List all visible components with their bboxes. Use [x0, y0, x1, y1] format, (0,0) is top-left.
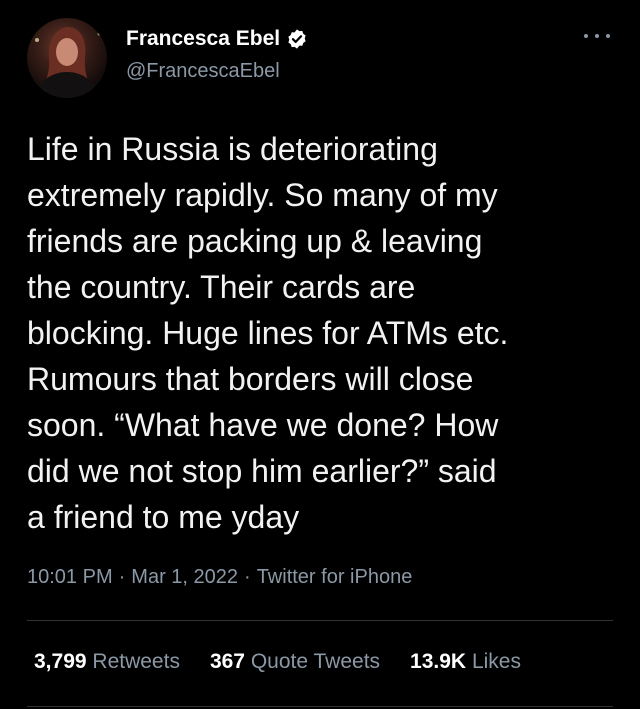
more-options-icon[interactable]: [584, 26, 610, 46]
tweet-date[interactable]: Mar 1, 2022: [131, 566, 238, 589]
likes-stat[interactable]: 13.9K Likes: [410, 650, 521, 674]
likes-count: 13.9K: [410, 650, 467, 673]
retweets-label: Retweets: [92, 650, 180, 673]
meta-separator: ·: [118, 566, 126, 588]
author-handle[interactable]: @FrancescaEbel: [126, 60, 280, 83]
verified-badge-icon: [286, 28, 308, 50]
divider: [27, 620, 613, 621]
tweet-meta: 10:01 PM · Mar 1, 2022 · Twitter for iPh…: [27, 566, 412, 589]
avatar[interactable]: [27, 18, 107, 98]
engagement-stats: 3,799 Retweets 367 Quote Tweets 13.9K Li…: [34, 650, 521, 674]
author-name-row[interactable]: Francesca Ebel: [126, 27, 308, 51]
meta-separator: ·: [244, 566, 251, 588]
quote-tweets-count: 367: [209, 650, 245, 673]
quote-tweets-stat[interactable]: 367 Quote Tweets: [210, 650, 380, 674]
tweet-text: Life in Russia is deteriorating extremel…: [27, 131, 509, 535]
likes-label: Likes: [471, 650, 521, 673]
tweet-source[interactable]: Twitter for iPhone: [257, 566, 413, 589]
profile-photo-icon: [35, 26, 101, 98]
retweets-count: 3,799: [34, 650, 87, 673]
quote-tweets-label: Quote Tweets: [250, 650, 381, 673]
display-name[interactable]: Francesca Ebel: [126, 27, 280, 51]
retweets-stat[interactable]: 3,799 Retweets: [34, 650, 180, 674]
divider: [27, 706, 613, 707]
tweet-time[interactable]: 10:01 PM: [27, 566, 113, 589]
tweet-detail: Francesca Ebel @FrancescaEbel Life in Ru…: [0, 0, 640, 709]
